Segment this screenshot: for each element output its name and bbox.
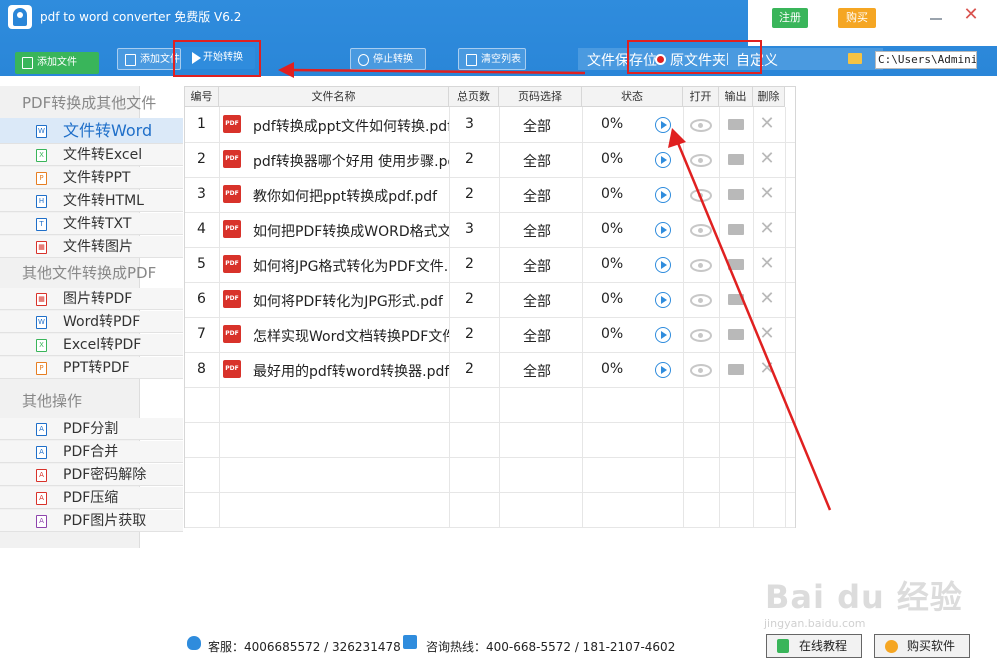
highlight-save-box	[627, 40, 762, 74]
arrow-head-play	[668, 128, 686, 148]
annotation-overlay	[173, 40, 832, 511]
highlight-start-box	[173, 40, 261, 77]
arrow-to-play	[676, 142, 832, 511]
arrow-to-start	[289, 68, 586, 75]
arrow-head-start	[278, 62, 294, 78]
